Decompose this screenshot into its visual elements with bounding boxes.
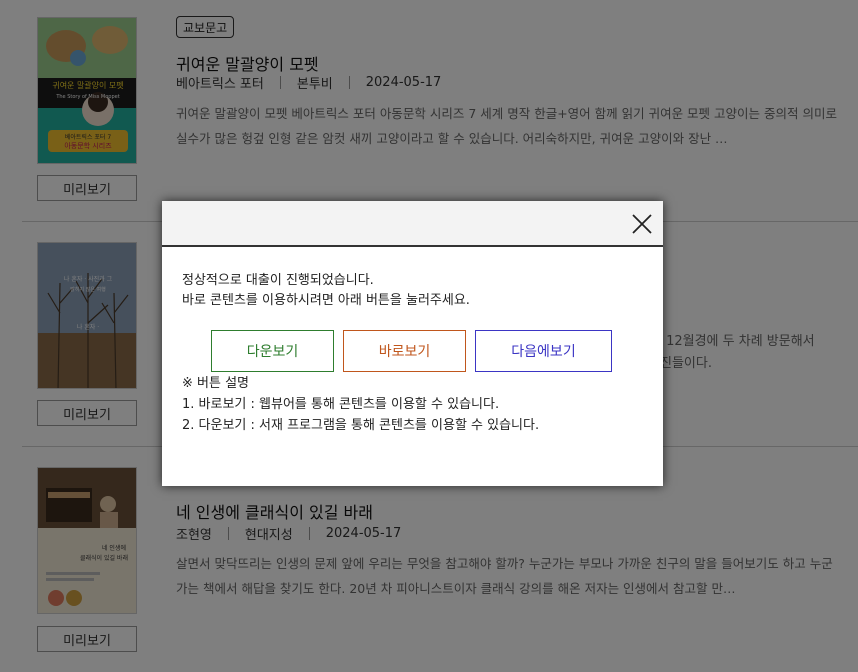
dialog-message-line: 바로 콘텐츠를 이용하시려면 아래 버튼을 눌러주세요. [182,293,470,308]
help-title: ※ 버튼 설명 [182,376,249,391]
close-icon [632,214,652,234]
dialog-message: 정상적으로 대출이 진행되었습니다. 바로 콘텐츠를 이용하시려면 아래 버튼을… [182,271,470,311]
download-view-button[interactable]: 다운보기 [211,330,334,372]
view-later-button[interactable]: 다음에보기 [475,330,612,372]
loan-complete-dialog: 정상적으로 대출이 진행되었습니다. 바로 콘텐츠를 이용하시려면 아래 버튼을… [162,201,663,486]
close-button[interactable] [629,211,655,237]
view-now-button[interactable]: 바로보기 [343,330,466,372]
help-line: 1. 바로보기 : 웹뷰어를 통해 콘텐츠를 이용할 수 있습니다. [182,397,500,412]
dialog-header [162,201,663,247]
dialog-button-row: 다운보기 바로보기 다음에보기 [211,330,612,372]
button-help: ※ 버튼 설명 1. 바로보기 : 웹뷰어를 통해 콘텐츠를 이용할 수 있습니… [182,373,539,436]
dialog-message-line: 정상적으로 대출이 진행되었습니다. [182,273,374,288]
help-line: 2. 다운보기 : 서재 프로그램을 통해 콘텐츠를 이용할 수 있습니다. [182,418,540,433]
